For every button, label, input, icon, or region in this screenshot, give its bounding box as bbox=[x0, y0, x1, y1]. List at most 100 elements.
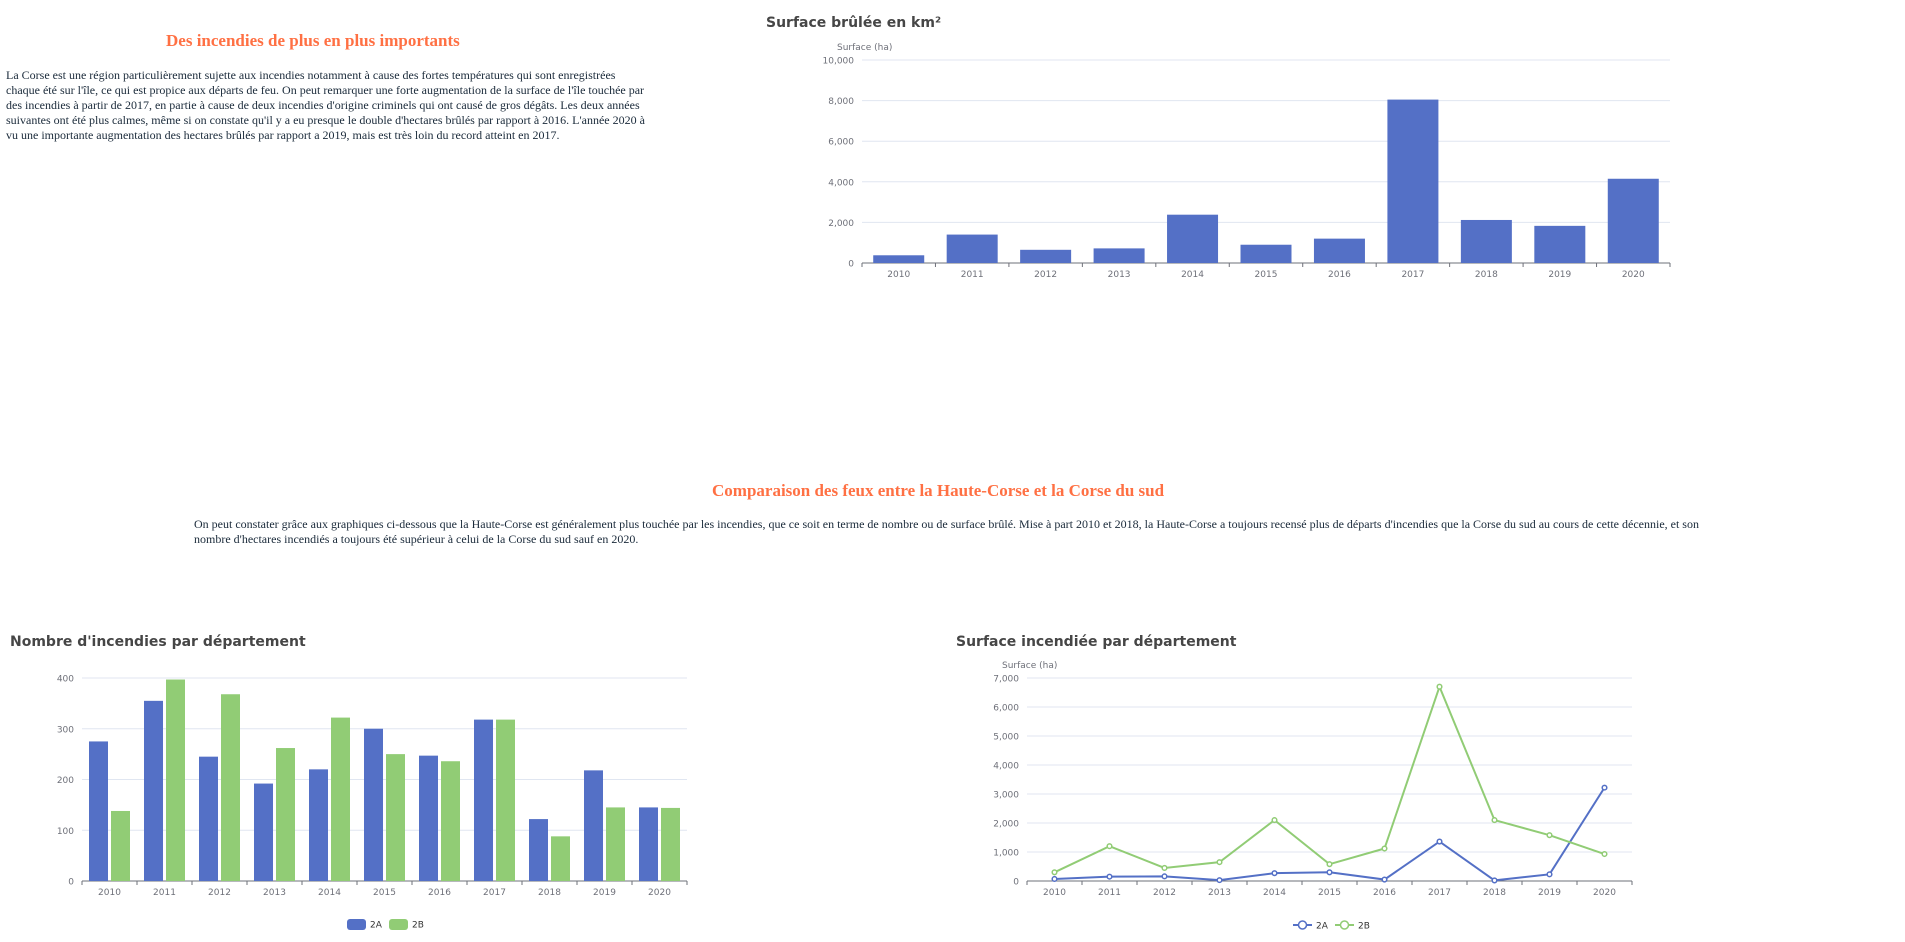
x-tick-label: 2011 bbox=[153, 888, 176, 898]
legend-label: 2B bbox=[412, 921, 424, 931]
data-point bbox=[1161, 873, 1168, 880]
bar bbox=[441, 761, 460, 881]
bar bbox=[639, 807, 658, 881]
y-tick-label: 6,000 bbox=[993, 704, 1019, 714]
legend-swatch bbox=[389, 919, 408, 930]
legend-label: 2B bbox=[1358, 922, 1370, 932]
x-tick-label: 2012 bbox=[208, 888, 231, 898]
y-tick-label: 5,000 bbox=[993, 733, 1019, 743]
x-tick-label: 2012 bbox=[1034, 270, 1057, 280]
x-tick-label: 2010 bbox=[98, 888, 121, 898]
section-title-incendies: Des incendies de plus en plus importants bbox=[166, 31, 460, 50]
chart-nombre-incendies-svg: 0 100 200 300 400 2010 2011 2012 2013 2014 2015 201… bbox=[57, 675, 688, 931]
bar bbox=[89, 741, 108, 881]
series-line bbox=[1054, 683, 1605, 874]
data-point bbox=[1216, 877, 1223, 884]
bar bbox=[254, 783, 273, 881]
data-point bbox=[1161, 864, 1168, 871]
x-tick-label: 2011 bbox=[1098, 888, 1121, 898]
y-tick-label: 4,000 bbox=[993, 762, 1019, 772]
legend-swatch-point bbox=[1297, 920, 1308, 930]
bar bbox=[166, 679, 185, 881]
x-tick-label: 2014 bbox=[1181, 270, 1204, 280]
data-point bbox=[1051, 869, 1058, 876]
x-tick-label: 2018 bbox=[1475, 270, 1498, 280]
x-tick-label: 2020 bbox=[648, 888, 671, 898]
x-tick-label: 2016 bbox=[428, 888, 451, 898]
legend-label: 2A bbox=[370, 921, 383, 931]
bar bbox=[529, 819, 548, 881]
x-tick-label: 2015 bbox=[1318, 888, 1341, 898]
data-point bbox=[1436, 683, 1443, 690]
bar bbox=[1387, 99, 1439, 264]
chart-surface-brulee: Surface brûlée en km² 0 2,000 4,000 6,000 8,… bbox=[755, 10, 1695, 285]
bar bbox=[1460, 219, 1512, 263]
data-point bbox=[1491, 817, 1498, 824]
data-point bbox=[1546, 832, 1553, 839]
intro-paragraph: La Corse est une région particulièrement… bbox=[6, 68, 645, 142]
y-axis-label: Surface (ha) bbox=[1002, 661, 1057, 671]
chart-nombre-incendies: Nombre d'incendies par département 0 100 2… bbox=[0, 630, 700, 938]
y-tick-label: 200 bbox=[57, 776, 74, 786]
bar bbox=[1167, 214, 1219, 263]
data-point bbox=[1106, 843, 1113, 850]
bar bbox=[309, 769, 328, 881]
data-point bbox=[1051, 875, 1058, 883]
x-tick-label: 2017 bbox=[483, 888, 506, 898]
bar bbox=[386, 754, 405, 881]
bar bbox=[419, 755, 438, 881]
data-point bbox=[1491, 877, 1498, 884]
data-point bbox=[1326, 861, 1333, 868]
data-point bbox=[1271, 817, 1278, 824]
bar bbox=[946, 234, 998, 263]
x-tick-label: 2013 bbox=[263, 888, 286, 898]
bar bbox=[364, 728, 383, 881]
chart-title: Surface brûlée en km² bbox=[766, 15, 942, 31]
x-tick-label: 2019 bbox=[1538, 888, 1561, 898]
bar bbox=[111, 810, 130, 881]
bar bbox=[606, 807, 625, 881]
comparison-paragraph: On peut constater grâce aux graphiques c… bbox=[194, 517, 1699, 546]
x-tick-label: 2017 bbox=[1428, 888, 1451, 898]
y-tick-label: 1,000 bbox=[993, 849, 1019, 859]
bar bbox=[474, 719, 493, 881]
y-tick-label: 0 bbox=[68, 878, 74, 888]
data-point bbox=[1216, 859, 1223, 866]
legend-label: 2A bbox=[1316, 922, 1329, 932]
x-tick-label: 2018 bbox=[1483, 888, 1506, 898]
chart-title: Nombre d'incendies par département bbox=[10, 634, 306, 650]
data-point bbox=[1601, 784, 1608, 791]
y-tick-label: 400 bbox=[57, 675, 74, 685]
bar bbox=[1240, 244, 1292, 263]
x-tick-label: 2010 bbox=[887, 270, 910, 280]
x-tick-label: 2020 bbox=[1593, 888, 1616, 898]
y-tick-label: 8,000 bbox=[828, 97, 854, 107]
x-tick-label: 2016 bbox=[1373, 888, 1396, 898]
bar bbox=[584, 770, 603, 881]
data-point bbox=[1326, 869, 1333, 876]
x-tick-label: 2018 bbox=[538, 888, 561, 898]
x-tick-label: 2020 bbox=[1622, 270, 1645, 280]
bar bbox=[1093, 248, 1145, 263]
x-tick-label: 2014 bbox=[1263, 888, 1286, 898]
y-tick-label: 2,000 bbox=[828, 219, 854, 229]
data-point bbox=[1381, 845, 1388, 852]
x-tick-label: 2010 bbox=[1043, 888, 1066, 898]
y-tick-label: 6,000 bbox=[828, 138, 854, 148]
chart-surface-departement-svg: 0 1,000 2,000 3,000 4,000 5,000 6,000 7,000 Surf… bbox=[993, 661, 1633, 932]
y-tick-label: 100 bbox=[57, 827, 74, 837]
y-tick-label: 10,000 bbox=[823, 57, 855, 67]
bar bbox=[276, 748, 295, 881]
bar bbox=[496, 719, 515, 881]
section-title-comparaison: Comparaison des feux entre la Haute-Cors… bbox=[712, 481, 1165, 500]
bar bbox=[144, 700, 163, 881]
bar bbox=[551, 836, 570, 881]
data-point bbox=[1271, 870, 1278, 877]
x-tick-label: 2019 bbox=[1548, 270, 1571, 280]
data-point bbox=[1381, 876, 1388, 883]
bar bbox=[331, 717, 350, 881]
x-tick-label: 2016 bbox=[1328, 270, 1351, 280]
data-point bbox=[1546, 871, 1553, 878]
bar bbox=[1534, 225, 1586, 263]
data-point bbox=[1601, 850, 1608, 858]
